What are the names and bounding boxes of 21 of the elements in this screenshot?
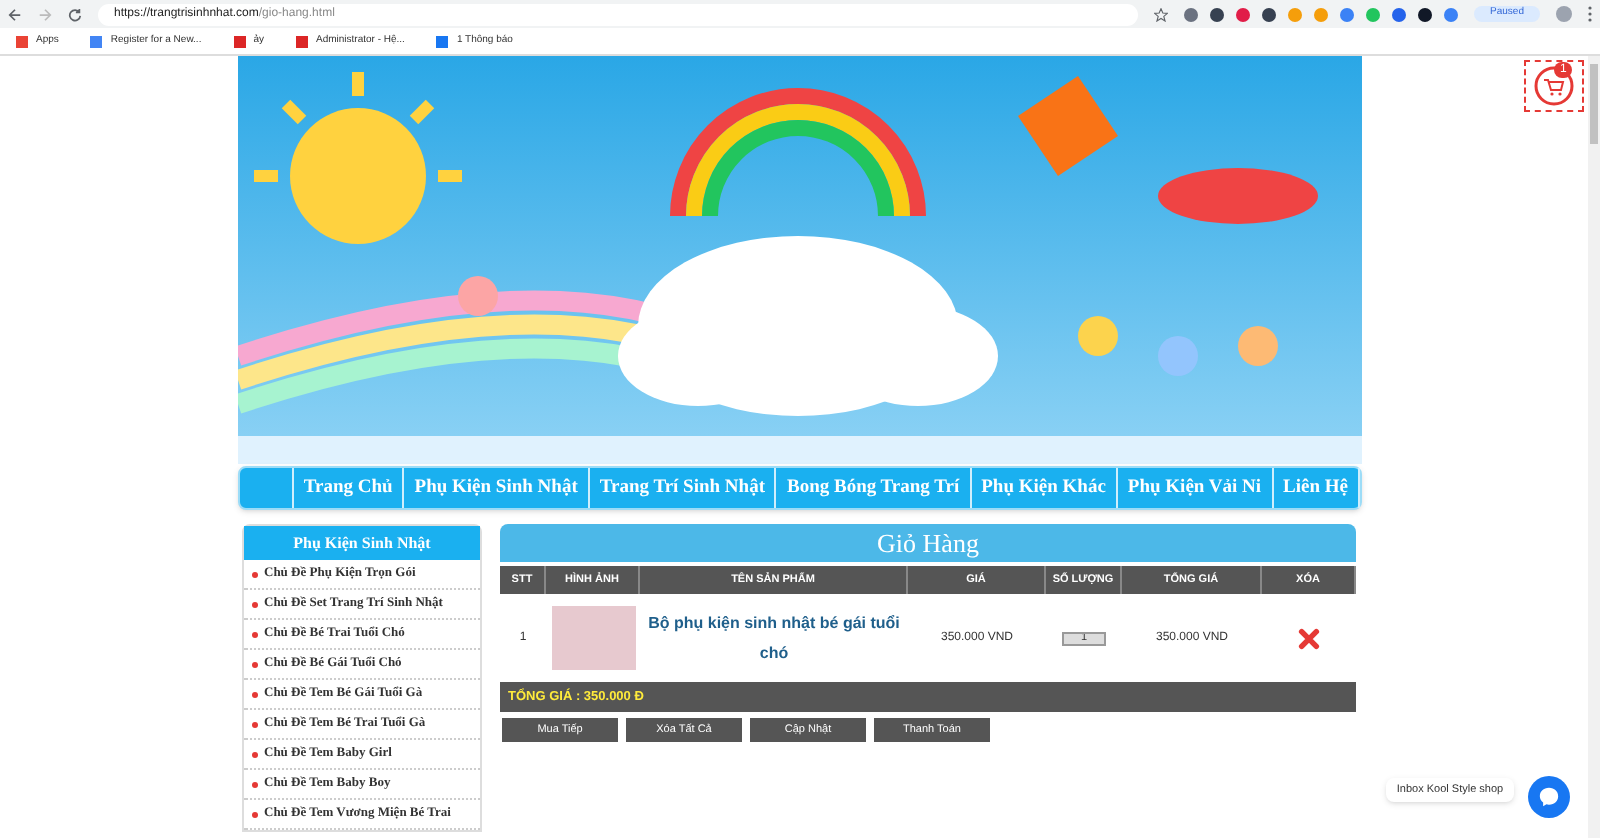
cart-title: Giỏ Hàng [500, 524, 1356, 562]
bullet-icon [252, 601, 258, 607]
sidebar-title: Phụ Kiện Sinh Nhật [244, 526, 480, 560]
messenger-icon [1538, 786, 1560, 808]
bullet-icon [252, 781, 258, 787]
bullet-icon [252, 571, 258, 577]
bullet-icon [252, 631, 258, 637]
cart-icon [1534, 66, 1574, 106]
star-icon[interactable] [1154, 7, 1169, 21]
product-name-link[interactable]: Bộ phụ kiện sinh nhật bé gái tuổi chó [640, 608, 908, 668]
avatar-icon [1556, 6, 1572, 22]
delete-icon[interactable] [1298, 627, 1320, 649]
reload-icon[interactable] [68, 7, 82, 21]
messenger-button[interactable] [1528, 776, 1570, 818]
bullet-icon [252, 661, 258, 667]
product-photo-placeholder [551, 606, 635, 670]
back-arrow-icon[interactable] [8, 7, 22, 21]
bullet-icon [252, 811, 258, 817]
bullet-icon [252, 691, 258, 697]
bullet-icon [252, 721, 258, 727]
bullet-icon [252, 751, 258, 757]
